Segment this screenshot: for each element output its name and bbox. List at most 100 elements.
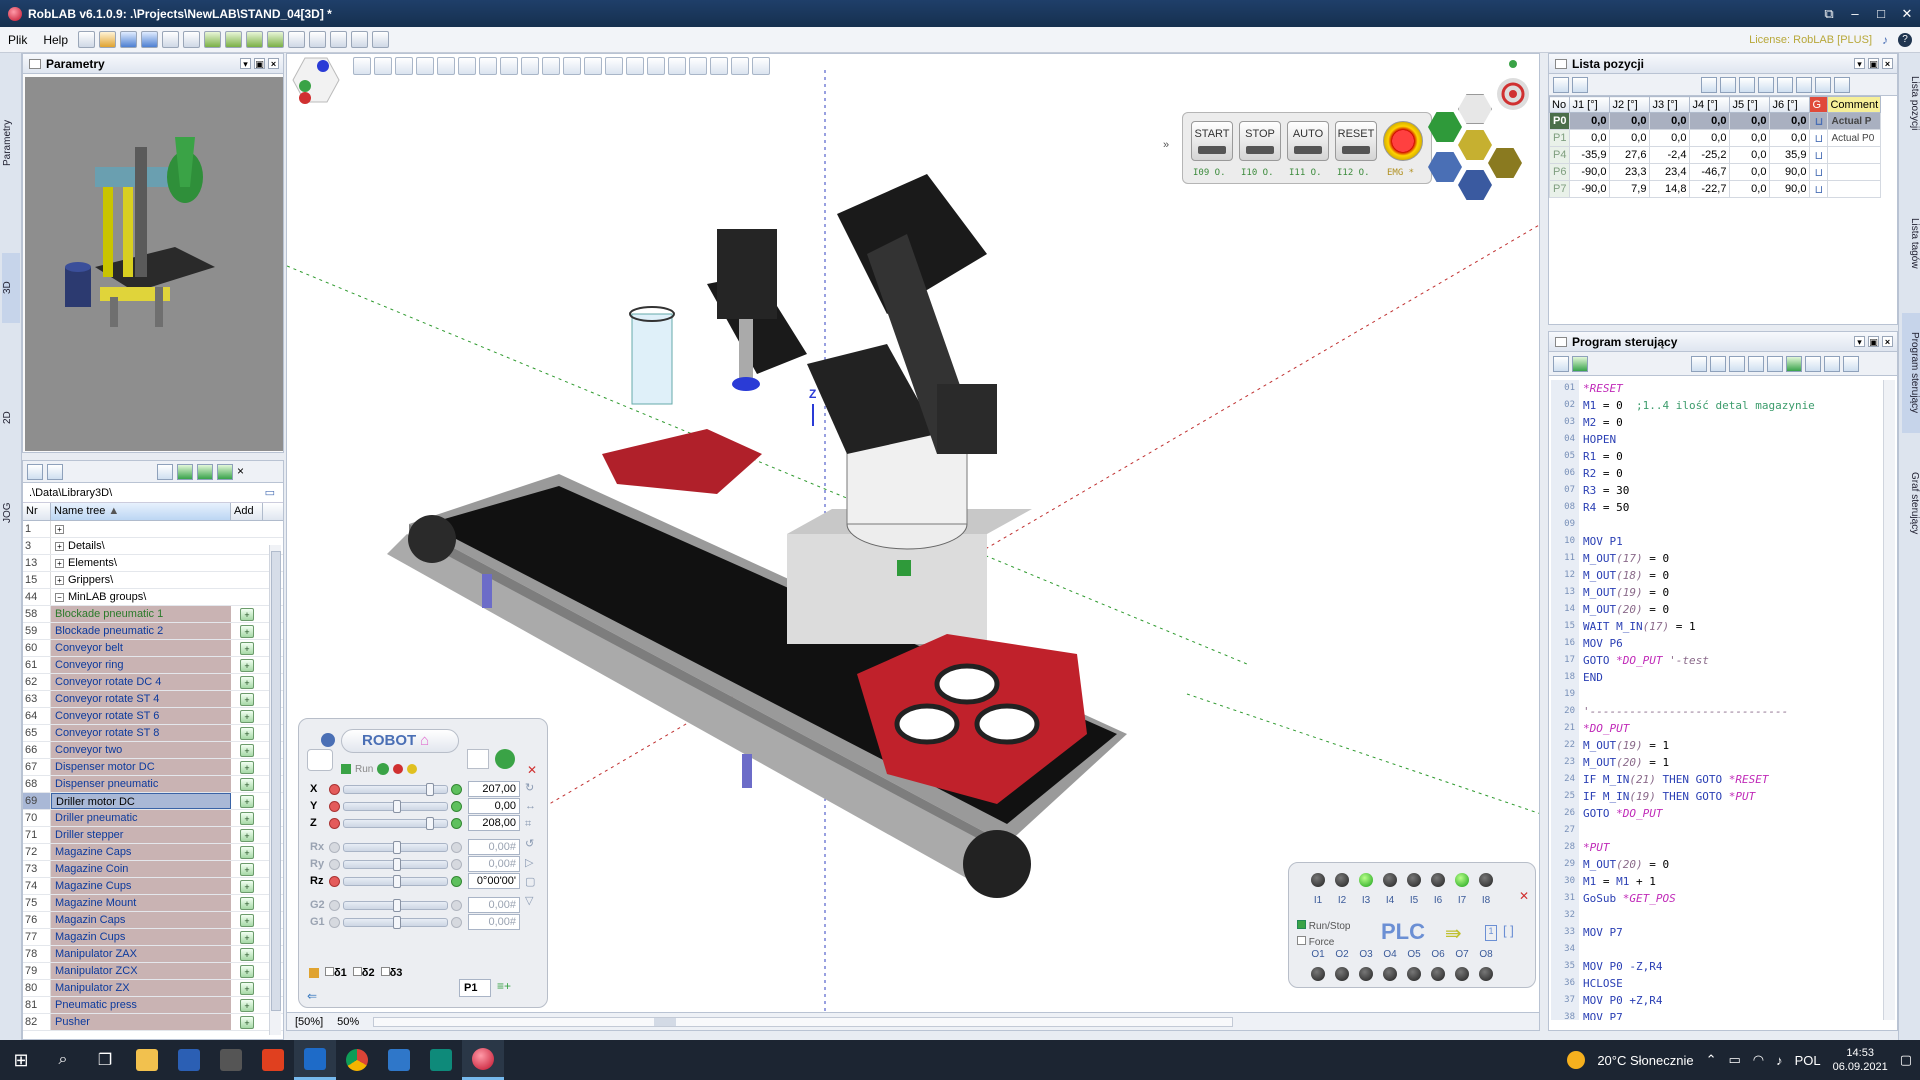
axis-value[interactable]: 0,00# xyxy=(468,914,520,930)
decrease-icon[interactable] xyxy=(329,858,340,870)
plc-bracket-icon[interactable]: [ ] xyxy=(1503,923,1514,938)
axis-value[interactable]: 0,00 xyxy=(468,798,520,814)
float-icon[interactable]: ▣ xyxy=(254,58,265,69)
code-line[interactable]: 14 M_OUT(20) = 0 xyxy=(1551,601,1883,618)
play-small-icon[interactable]: ▷ xyxy=(525,856,541,869)
decrease-icon[interactable] xyxy=(329,817,340,829)
row-name[interactable]: Manipulator ZCX xyxy=(51,963,231,979)
row-name[interactable]: Blockade pneumatic 1 xyxy=(51,606,231,622)
code-line[interactable]: 09 xyxy=(1551,516,1883,533)
delta-3[interactable]: δ3 xyxy=(380,967,402,979)
code-line[interactable]: 11 M_OUT(17) = 0 xyxy=(1551,550,1883,567)
row-name[interactable]: Conveyor rotate ST 8 xyxy=(51,725,231,741)
split-icon[interactable] xyxy=(372,31,390,48)
library-row[interactable]: 73 Magazine Coin + xyxy=(23,861,283,878)
path-icon[interactable] xyxy=(605,57,623,75)
add-item-icon[interactable]: + xyxy=(240,777,254,791)
delta-2[interactable]: δ2 xyxy=(352,967,375,979)
code-editor[interactable]: 01 *RESET 02 M1 = 0 ;1..4 ilość detal magaz… xyxy=(1551,380,1883,1020)
outlook-icon[interactable] xyxy=(294,1040,336,1080)
expand-icon[interactable]: + xyxy=(55,525,64,534)
library-scrollbar[interactable] xyxy=(269,545,281,1035)
code-line[interactable]: 33 MOV P7 xyxy=(1551,924,1883,941)
help-icon[interactable]: ? xyxy=(1898,32,1912,47)
increase-icon[interactable] xyxy=(451,841,462,853)
row-name[interactable]: Conveyor ring xyxy=(51,657,231,673)
robot-close-icon[interactable]: ✕ xyxy=(527,763,537,777)
code-line[interactable]: 36 HCLOSE xyxy=(1551,975,1883,992)
col-add[interactable]: Add xyxy=(231,503,263,520)
output-led[interactable] xyxy=(1359,967,1373,981)
library-row[interactable]: 72 Magazine Caps + xyxy=(23,844,283,861)
gripper-icon[interactable]: ⊔ xyxy=(1809,112,1829,130)
library-row[interactable]: 71 Driller stepper + xyxy=(23,827,283,844)
position-row[interactable]: P4 -35,9 27,6 -2,4 -25,2 0,0 35,9 ⊔ xyxy=(1548,146,1882,164)
gripper-icon[interactable]: ⊔ xyxy=(1809,163,1829,181)
pin-icon[interactable]: ▾ xyxy=(1854,336,1865,347)
weather-text[interactable]: 20°C Słonecznie xyxy=(1597,1053,1693,1068)
code-line[interactable]: 18 END xyxy=(1551,669,1883,686)
plugin-icon[interactable] xyxy=(204,31,222,48)
view-icon[interactable] xyxy=(351,31,369,48)
row-name[interactable]: Conveyor rotate ST 4 xyxy=(51,691,231,707)
add-item-icon[interactable]: + xyxy=(240,930,254,944)
code-line[interactable]: 27 xyxy=(1551,822,1883,839)
tab-3d[interactable]: 3D xyxy=(2,253,20,323)
grid-toggle-icon[interactable] xyxy=(458,57,476,75)
tab-lista-tagow[interactable]: Lista tagów xyxy=(1902,203,1920,283)
indent-icon[interactable] xyxy=(1824,355,1840,372)
outdent-icon[interactable] xyxy=(1843,355,1859,372)
emergency-stop-button[interactable] xyxy=(1383,121,1423,161)
pin-icon[interactable]: ▾ xyxy=(240,58,251,69)
input-led[interactable] xyxy=(1359,873,1373,887)
minimize-button[interactable]: – xyxy=(1842,6,1868,22)
increase-icon[interactable] xyxy=(451,916,462,928)
menu-file[interactable]: Plik xyxy=(0,33,35,47)
library-row[interactable]: 67 Dispenser motor DC + xyxy=(23,759,283,776)
layout-icon[interactable] xyxy=(288,31,306,48)
tab-2d[interactable]: 2D xyxy=(2,383,20,453)
panel-icon[interactable] xyxy=(330,31,348,48)
add-item-icon[interactable]: + xyxy=(240,709,254,723)
code-line[interactable]: 35 MOV P0 -Z,R4 xyxy=(1551,958,1883,975)
language-indicator[interactable]: POL xyxy=(1795,1053,1821,1068)
zoom-in-icon[interactable] xyxy=(710,57,728,75)
output-led[interactable] xyxy=(1431,967,1445,981)
library-row[interactable]: 59 Blockade pneumatic 2 + xyxy=(23,623,283,640)
axis-value[interactable]: 207,00 xyxy=(468,781,520,797)
tab-graf-sterujacy[interactable]: Graf sterujący xyxy=(1902,453,1920,553)
col-header[interactable]: G xyxy=(1809,96,1829,113)
add-item-icon[interactable]: + xyxy=(240,726,254,740)
save-icon[interactable] xyxy=(120,31,138,48)
float-icon[interactable]: ▣ xyxy=(1868,336,1879,347)
library-row[interactable]: 1 + xyxy=(23,521,283,538)
add-item-icon[interactable]: + xyxy=(240,743,254,757)
code-line[interactable]: 13 M_OUT(19) = 0 xyxy=(1551,584,1883,601)
auto-button[interactable]: AUTO xyxy=(1287,121,1329,161)
code-line[interactable]: 05 R1 = 0 xyxy=(1551,448,1883,465)
publisher-icon[interactable] xyxy=(420,1040,462,1080)
run-stop-checkbox[interactable]: Run/Stop xyxy=(1297,919,1350,935)
add-item-icon[interactable]: + xyxy=(240,692,254,706)
align-right-icon[interactable] xyxy=(689,57,707,75)
box-icon[interactable] xyxy=(563,57,581,75)
add-item-icon[interactable]: + xyxy=(240,607,254,621)
target-icon[interactable] xyxy=(1493,56,1533,116)
camera-icon[interactable] xyxy=(1701,76,1717,93)
code-line[interactable]: 02 M1 = 0 ;1..4 ilość detal magazynie xyxy=(1551,397,1883,414)
axis-gizmo[interactable] xyxy=(291,56,341,104)
start-button[interactable]: START xyxy=(1191,121,1233,161)
axis-slider[interactable] xyxy=(343,898,448,912)
add-item-icon[interactable]: + xyxy=(240,658,254,672)
code-line[interactable]: 24 IF M_IN(21) THEN GOTO *RESET xyxy=(1551,771,1883,788)
add-item-icon[interactable]: + xyxy=(240,947,254,961)
plc-arrow-icon[interactable]: ⇛ xyxy=(1445,921,1462,946)
axis-slider[interactable] xyxy=(343,857,448,871)
view-front-icon[interactable] xyxy=(374,57,392,75)
volume-icon[interactable]: ♪ xyxy=(1776,1053,1783,1068)
row-name[interactable]: + xyxy=(51,521,231,537)
photos-icon[interactable] xyxy=(378,1040,420,1080)
code-line[interactable]: 32 xyxy=(1551,907,1883,924)
xyz-mode-icon[interactable] xyxy=(467,749,489,769)
refresh-icon[interactable] xyxy=(217,463,233,480)
